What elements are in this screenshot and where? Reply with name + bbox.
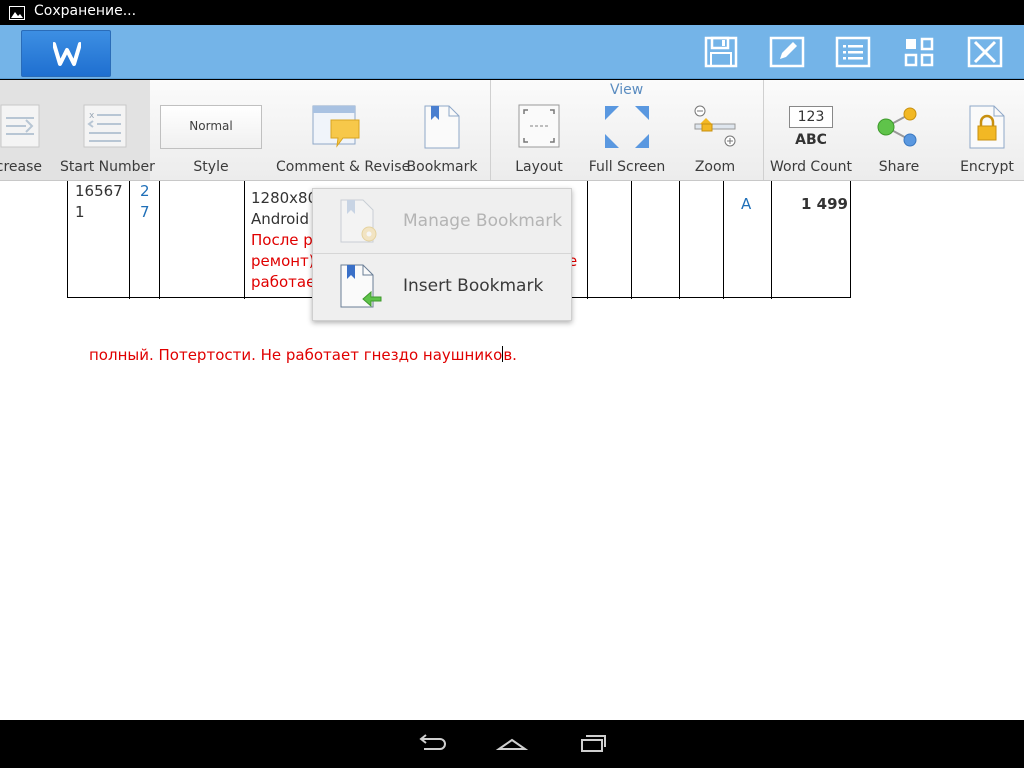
app-logo-button[interactable] (21, 30, 111, 77)
comment-revise-label: Comment & Revise (276, 159, 411, 175)
start-number-label: Start Number (60, 159, 155, 175)
svg-text:x: x (89, 111, 95, 121)
zoom-label: Zoom (694, 159, 736, 175)
manage-bookmark-label: Manage Bookmark (403, 211, 563, 231)
word-count-icon-letters: ABC (795, 132, 827, 148)
close-button[interactable] (964, 32, 1006, 72)
document-text-line[interactable]: полный. Потертости. Не работает гнездо н… (89, 346, 517, 364)
insert-bookmark-item[interactable]: Insert Bookmark (313, 254, 571, 318)
grid-icon (904, 37, 934, 67)
text-after-cursor: в. (503, 346, 517, 364)
start-number-icon: x (83, 104, 127, 148)
share-label: Share (878, 159, 920, 175)
cell-number-line: 7 (140, 203, 150, 221)
table-column-line (587, 181, 588, 299)
cell-grade: A (741, 195, 752, 213)
increase-label: crease (0, 159, 42, 175)
edit-button[interactable] (766, 32, 808, 72)
save-button[interactable] (700, 32, 742, 72)
table-column-line (679, 181, 680, 299)
zoom-button[interactable]: Zoom (680, 80, 750, 180)
recent-apps-icon (581, 735, 606, 752)
word-count-button[interactable]: 123 ABC Word Count (768, 80, 854, 180)
close-icon (967, 36, 1003, 68)
increase-indent-icon (0, 104, 40, 148)
bookmark-dropdown-menu: Manage Bookmark Insert Bookmark (312, 188, 572, 321)
encrypt-label: Encrypt (960, 159, 1014, 175)
list-icon (835, 36, 871, 68)
list-button[interactable] (832, 32, 874, 72)
cell-code-line: 16567 (75, 182, 123, 200)
style-preview-box: Normal (160, 105, 262, 149)
edit-icon (769, 36, 805, 68)
insert-bookmark-icon (340, 264, 382, 308)
encrypt-button[interactable]: Encrypt (950, 80, 1024, 180)
full-screen-icon (605, 106, 649, 148)
bookmark-icon (424, 105, 460, 149)
back-icon (419, 734, 446, 750)
table-column-line (771, 181, 772, 299)
layout-icon (518, 104, 560, 148)
style-label: Style (193, 159, 229, 175)
recent-apps-button[interactable] (572, 732, 612, 756)
table-column-line (129, 181, 130, 299)
zoom-icon (694, 105, 736, 147)
layout-button[interactable]: Layout (504, 80, 574, 180)
desc-red-line-start: ремонт). (251, 252, 320, 270)
cell-code-line: 1 (75, 203, 85, 221)
encrypt-icon (969, 105, 1005, 149)
style-button[interactable]: Normal Style (158, 80, 264, 180)
share-button[interactable]: Share (864, 80, 934, 180)
grid-view-button[interactable] (898, 32, 940, 72)
table-column-line (723, 181, 724, 299)
cell-price: 1 499 (801, 195, 848, 213)
word-count-icon: 123 ABC (789, 106, 833, 152)
bookmark-menu-caret (434, 172, 450, 180)
start-number-button[interactable]: x Start Number (60, 80, 155, 180)
ribbon-toolbar: crease x Start Number Normal Style Comme… (0, 80, 1024, 181)
table-column-line (159, 181, 160, 299)
style-preview-text: Normal (189, 119, 233, 133)
comment-revise-button[interactable]: Comment & Revise (276, 80, 411, 180)
table-column-line (244, 181, 245, 299)
word-count-label: Word Count (769, 159, 852, 175)
insert-bookmark-label: Insert Bookmark (403, 276, 544, 296)
ribbon-separator (490, 80, 491, 180)
home-icon (495, 738, 529, 750)
full-screen-label: Full Screen (588, 159, 666, 175)
image-notification-icon (9, 5, 25, 20)
manage-bookmark-icon (340, 199, 377, 243)
status-bar: Сохранение... (0, 0, 1024, 25)
cell-code: 16567 1 (75, 181, 123, 223)
system-navigation-bar (0, 720, 1024, 768)
increase-indent-button[interactable]: crease (0, 80, 60, 180)
full-screen-button[interactable]: Full Screen (586, 80, 668, 180)
share-icon (877, 107, 917, 147)
back-button[interactable] (412, 732, 452, 756)
cell-number: 2 7 (140, 181, 150, 223)
comment-icon (312, 105, 360, 148)
manage-bookmark-item[interactable]: Manage Bookmark (313, 189, 571, 253)
cell-number-line: 2 (140, 182, 150, 200)
table-column-line (631, 181, 632, 299)
word-count-icon-number: 123 (789, 106, 833, 128)
word-logo-icon (53, 42, 81, 66)
bookmark-button[interactable]: Bookmark (404, 80, 480, 180)
status-title: Сохранение... (34, 3, 137, 19)
layout-label: Layout (515, 159, 563, 175)
text-before-cursor: полный. Потертости. Не работает гнездо н… (89, 346, 503, 364)
ribbon-separator (763, 80, 764, 180)
home-button[interactable] (492, 732, 532, 756)
save-icon (704, 36, 738, 68)
app-header (0, 25, 1024, 79)
